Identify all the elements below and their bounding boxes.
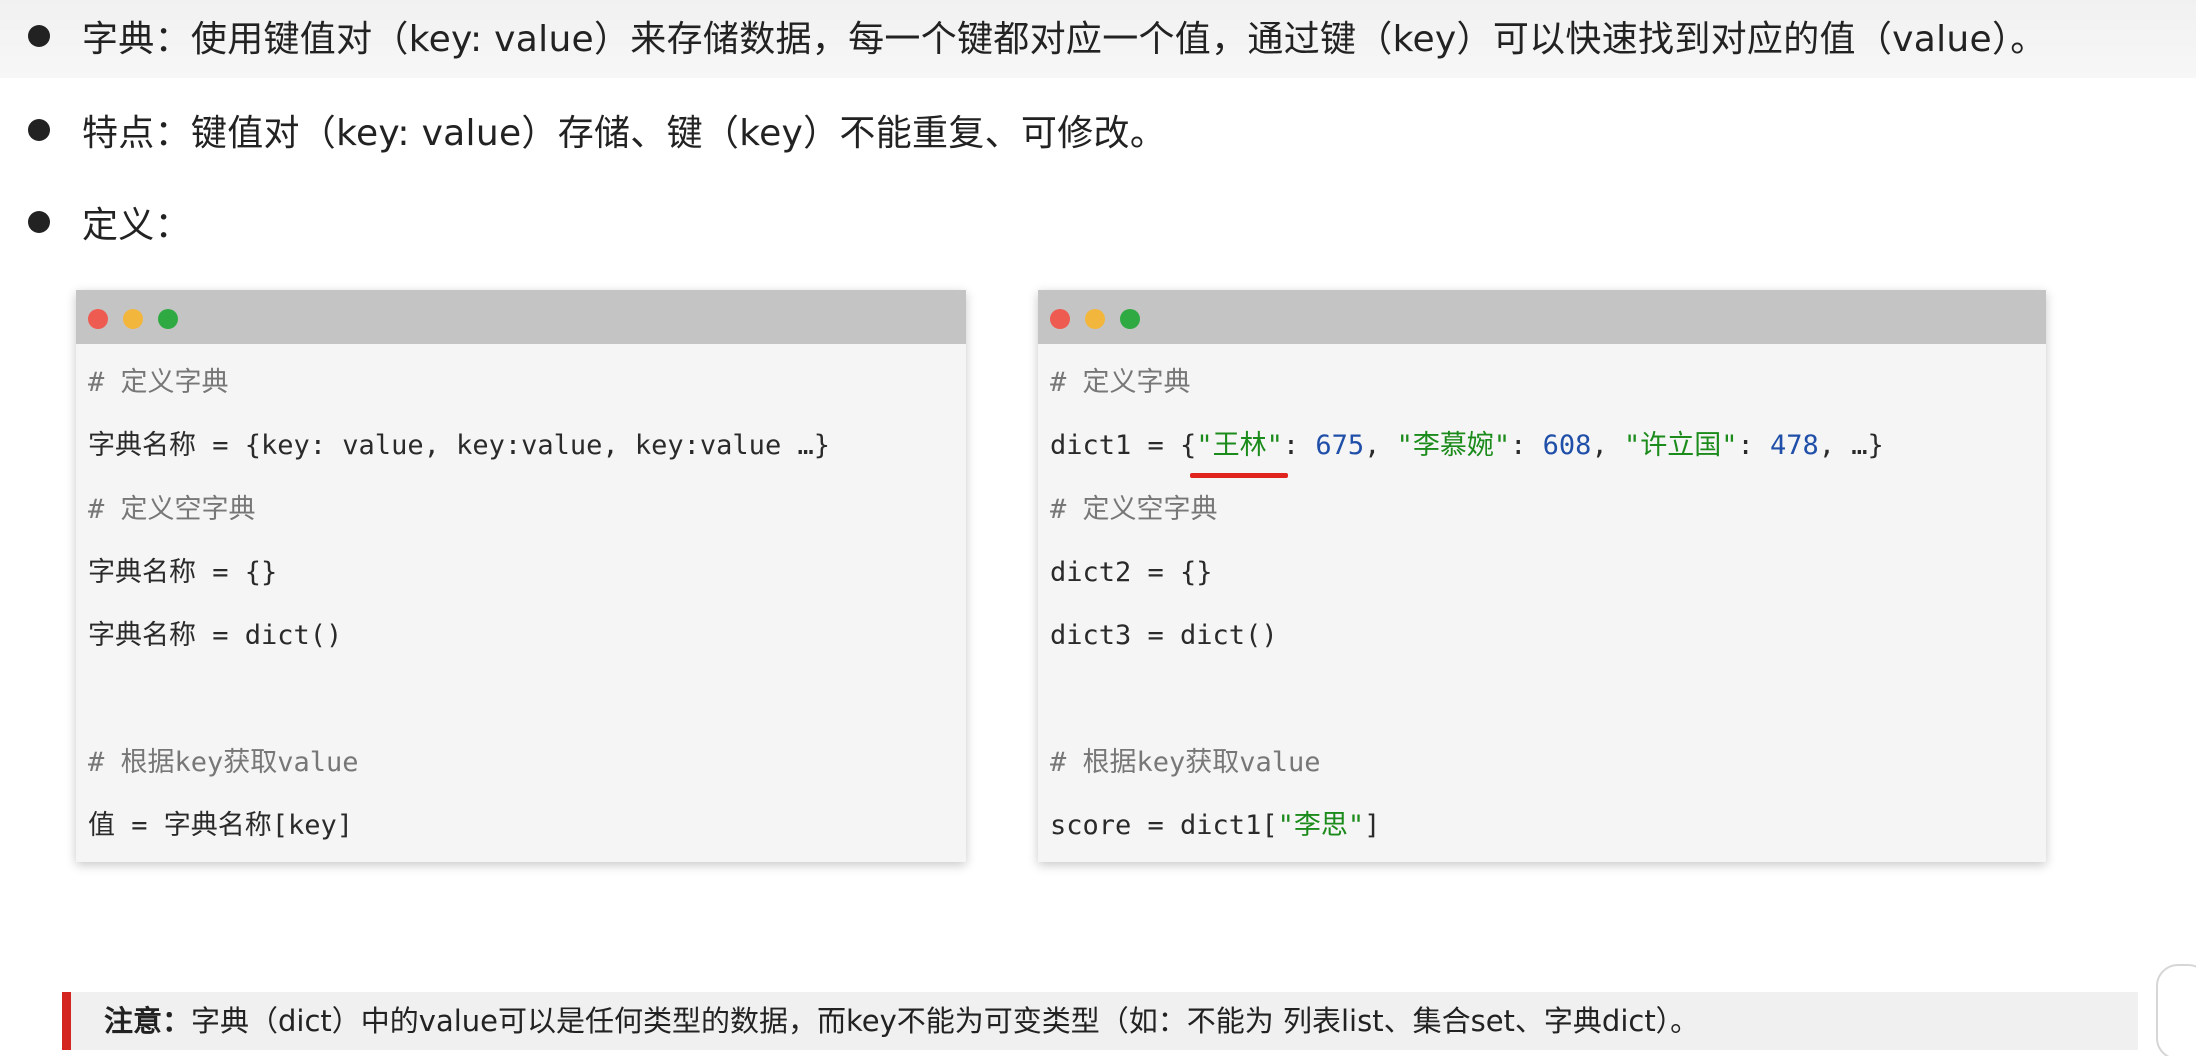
maximize-dot-icon <box>1120 309 1140 329</box>
window-titlebar <box>76 290 966 344</box>
code-line-score: score = dict1["李思"] <box>1050 806 1380 846</box>
code-comment: # 定义字典 <box>88 367 229 398</box>
maximize-dot-icon <box>158 309 178 329</box>
code-comment: # 定义字典 <box>1050 367 1191 398</box>
code-line-dict1: dict1 = {"王林": 675, "李慕婉": 608, "许立国": 4… <box>1050 426 1884 466</box>
string-token: "许立国" <box>1623 430 1738 461</box>
code-token: , <box>1364 430 1397 461</box>
close-dot-icon <box>1050 309 1070 329</box>
bullet-text: 字典：使用键值对（key: value）来存储数据，每一个键都对应一个值，通过键… <box>82 19 2047 60</box>
code-line: dict3 = dict() <box>1050 620 1278 651</box>
bullet-dot-icon <box>28 25 50 47</box>
close-dot-icon <box>88 309 108 329</box>
string-token: "李思" <box>1277 810 1365 841</box>
note-label: 注意： <box>104 1004 192 1038</box>
bullet-dot-icon <box>28 119 50 141</box>
note-accent-bar <box>62 992 71 1050</box>
bullet-dict-features: 特点：键值对（key: value）存储、键（key）不能重复、可修改。 <box>0 100 1166 160</box>
code-line: 字典名称 = {} <box>88 557 278 588</box>
code-window-syntax: # 定义字典 字典名称 = {key: value, key:value, ke… <box>76 290 966 862</box>
bullet-dot-icon <box>28 211 50 233</box>
bullet-text: 特点：键值对（key: value）存储、键（key）不能重复、可修改。 <box>82 113 1167 154</box>
number-token: 478 <box>1770 430 1819 461</box>
code-token: , …} <box>1818 430 1884 461</box>
code-line: 字典名称 = {key: value, key:value, key:value… <box>88 430 830 461</box>
note-callout: 注意：字典（dict）中的value可以是任何类型的数据，而key不能为可变类型… <box>62 992 2138 1050</box>
minimize-dot-icon <box>1085 309 1105 329</box>
red-underline-annotation <box>1190 473 1288 478</box>
floating-side-button[interactable] <box>2156 964 2196 1056</box>
note-text: 注意：字典（dict）中的value可以是任何类型的数据，而key不能为可变类型… <box>104 992 1699 1050</box>
code-comment: # 定义空字典 <box>88 494 256 525</box>
number-token: 675 <box>1315 430 1365 461</box>
bullet-dict-syntax: 定义： <box>0 192 191 252</box>
string-token: "王林" <box>1196 430 1283 461</box>
code-comment: # 根据key获取value <box>88 747 359 778</box>
code-token: score = dict1[ <box>1050 810 1278 841</box>
code-token: dict1 = { <box>1050 430 1197 461</box>
code-token: ] <box>1364 810 1381 841</box>
code-token: : <box>1510 430 1543 461</box>
number-token: 608 <box>1542 430 1592 461</box>
code-comment: # 根据key获取value <box>1050 747 1321 778</box>
code-comment: # 定义空字典 <box>1050 494 1218 525</box>
code-token: , <box>1591 430 1624 461</box>
string-token: "李慕婉" <box>1396 430 1511 461</box>
window-titlebar <box>1038 290 2046 344</box>
code-line: dict2 = {} <box>1050 557 1213 588</box>
code-token: : <box>1737 430 1770 461</box>
note-body: 字典（dict）中的value可以是任何类型的数据，而key不能为可变类型（如：… <box>191 1004 1700 1038</box>
code-token: : <box>1282 430 1316 461</box>
minimize-dot-icon <box>123 309 143 329</box>
code-line: 值 = 字典名称[key] <box>88 810 354 841</box>
slide-page: 字典：使用键值对（key: value）来存储数据，每一个键都对应一个值，通过键… <box>0 0 2196 1056</box>
bullet-dict-definition: 字典：使用键值对（key: value）来存储数据，每一个键都对应一个值，通过键… <box>0 6 2047 66</box>
code-line: 字典名称 = dict() <box>88 620 343 651</box>
bullet-text: 定义： <box>82 205 191 246</box>
code-window-example: # 定义字典 dict1 = {"王林": 675, "李慕婉": 608, "… <box>1038 290 2046 862</box>
